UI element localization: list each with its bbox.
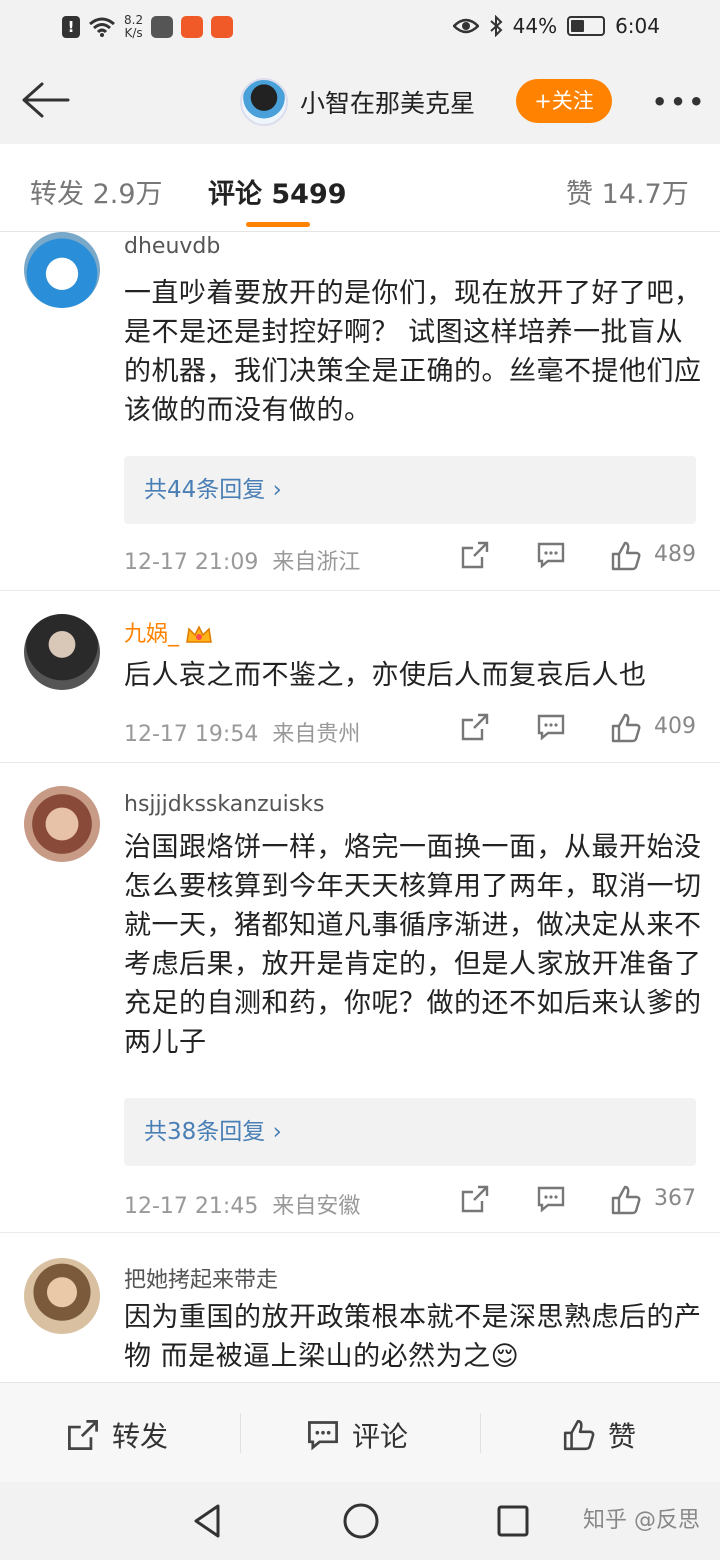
clock: 6:04	[615, 14, 660, 38]
author-avatar[interactable]	[240, 78, 288, 126]
network-speed: 8.2 K/s	[124, 13, 144, 40]
commenter-avatar[interactable]	[24, 232, 100, 308]
thumbs-up-icon[interactable]	[610, 712, 642, 744]
comment-actions: 367	[460, 1184, 696, 1218]
like-count: 367	[654, 1186, 696, 1211]
comment-meta: 12-17 19:54 来自贵州	[124, 722, 361, 747]
commenter-avatar[interactable]	[24, 1258, 100, 1334]
view-replies-button[interactable]: 共38条回复 ›	[124, 1098, 696, 1166]
app-notification-icon	[211, 16, 234, 38]
tab-comments[interactable]: 评论 5499	[208, 172, 347, 211]
comment-icon[interactable]	[536, 712, 566, 742]
commenter-avatar[interactable]	[24, 786, 100, 862]
like-button[interactable]: 赞	[562, 1415, 636, 1455]
commenter-name[interactable]: hsjjjdksskanzuisks	[124, 792, 324, 817]
divider	[0, 1232, 720, 1233]
app-notification-icon	[151, 16, 174, 38]
more-options-icon[interactable]: •••	[652, 88, 707, 116]
author-name[interactable]: 小智在那美克星	[300, 84, 475, 120]
bluetooth-icon	[489, 15, 503, 37]
comment-text: 一直吵着要放开的是你们，现在放开了好了吧，是不是还是封控好啊？ 试图这样培养一批…	[124, 278, 702, 426]
comment-actions: 409	[460, 712, 696, 746]
comment-button[interactable]: 评论	[306, 1415, 408, 1455]
system-nav-bar: 知乎 @反思	[0, 1482, 720, 1560]
alert-icon: !	[62, 16, 80, 38]
comment-icon[interactable]	[536, 540, 566, 570]
nav-recents-icon[interactable]	[496, 1504, 530, 1538]
divider	[480, 1413, 481, 1453]
comment-icon[interactable]	[536, 1184, 566, 1214]
watermark: 知乎 @反思	[583, 1508, 700, 1533]
comment-text: 后人哀之而不鉴之，亦使后人而复哀后人也	[124, 660, 647, 691]
author-info[interactable]: 小智在那美克星	[240, 78, 475, 126]
divider	[240, 1413, 241, 1453]
battery-icon	[567, 16, 606, 36]
chevron-right-icon: ›	[272, 1119, 282, 1145]
thumbs-up-icon[interactable]	[610, 1184, 642, 1216]
follow-button[interactable]: +关注	[516, 79, 612, 123]
tab-likes[interactable]: 赞 14.7万	[566, 172, 689, 211]
thumbs-up-icon[interactable]	[610, 540, 642, 572]
comment-text: 治国跟烙饼一样，烙完一面换一面，从最开始没怎么要核算到今年天天核算用了两年，取消…	[124, 832, 702, 1058]
share-icon[interactable]	[460, 540, 490, 570]
share-icon	[68, 1420, 98, 1450]
chevron-right-icon: ›	[272, 477, 282, 503]
interaction-tabs: 转发 2.9万 评论 5499 赞 14.7万	[0, 144, 720, 232]
comment-meta: 12-17 21:45 来自安徽	[124, 1194, 361, 1219]
share-icon[interactable]	[460, 712, 490, 742]
active-tab-indicator	[246, 222, 310, 227]
nav-back-icon[interactable]	[190, 1502, 224, 1540]
comment-list[interactable]: dheuvdb 一直吵着要放开的是你们，现在放开了好了吧，是不是还是封控好啊？ …	[0, 232, 720, 1382]
thumbs-up-icon	[563, 1419, 595, 1451]
comment-text: 因为重国的放开政策根本就不是深思熟虑后的产物 而是被逼上梁山的必然为之😌	[124, 1302, 702, 1372]
crown-badge-icon	[186, 625, 212, 643]
repost-button[interactable]: 转发	[66, 1415, 168, 1455]
commenter-avatar[interactable]	[24, 614, 100, 690]
app-notification-icon	[181, 16, 204, 38]
divider	[0, 590, 720, 591]
wifi-icon	[89, 17, 115, 37]
share-icon[interactable]	[460, 1184, 490, 1214]
nav-home-icon[interactable]	[342, 1502, 380, 1540]
bottom-action-bar: 转发 评论 赞	[0, 1382, 720, 1482]
battery-percent: 44%	[512, 14, 558, 38]
comment-icon	[308, 1421, 338, 1451]
commenter-name[interactable]: dheuvdb	[124, 234, 220, 259]
comment-meta: 12-17 21:09 来自浙江	[124, 550, 361, 575]
comment-actions: 489	[460, 540, 696, 574]
back-arrow-icon[interactable]	[20, 80, 70, 120]
like-count: 409	[654, 714, 696, 739]
commenter-name[interactable]: 九娲_	[124, 616, 213, 648]
tab-repost[interactable]: 转发 2.9万	[30, 172, 163, 211]
eye-icon	[452, 18, 479, 34]
commenter-name[interactable]: 把她拷起来带走	[124, 1262, 278, 1294]
like-count: 489	[654, 542, 696, 567]
view-replies-button[interactable]: 共44条回复 ›	[124, 456, 696, 524]
status-bar: ! 8.2 K/s 44% 6:04	[0, 0, 720, 58]
post-header: 小智在那美克星 +关注 •••	[0, 58, 720, 144]
divider	[0, 762, 720, 763]
